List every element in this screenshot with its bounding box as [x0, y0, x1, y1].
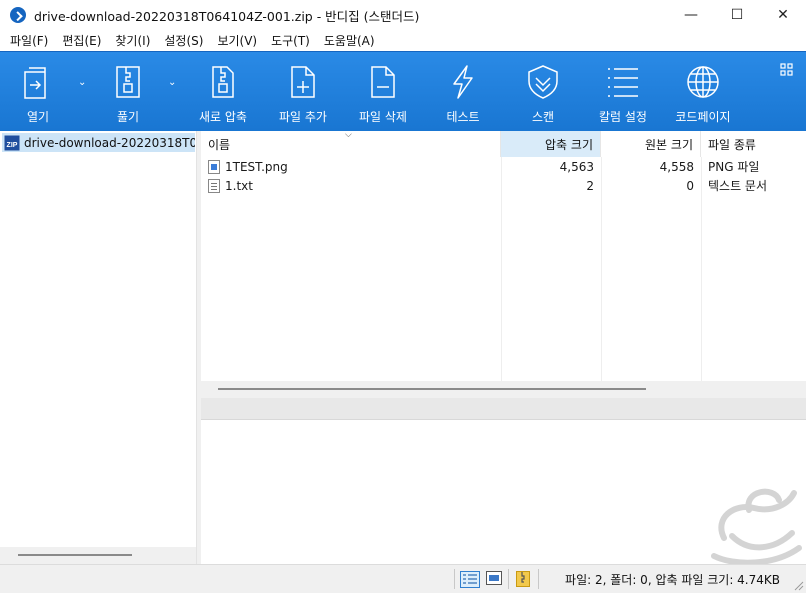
- column-original-size-label: 원본 크기: [645, 137, 693, 152]
- column-header-file-type[interactable]: 파일 종류: [701, 131, 806, 157]
- extract-zip-icon: [116, 66, 140, 98]
- file-type-cell: 텍스트 문서: [708, 179, 768, 193]
- delete-file-icon: [371, 66, 395, 98]
- extract-dropdown-chevron-icon[interactable]: ⌄: [168, 77, 176, 88]
- window-title: drive-download-20220318T064104Z-001.zip …: [34, 8, 420, 24]
- svg-text:ZIP: ZIP: [7, 142, 18, 149]
- column-header-name[interactable]: 이름 ⌵: [201, 130, 501, 157]
- add-file-button[interactable]: 파일 추가: [266, 52, 340, 132]
- column-header-packed-size[interactable]: 압축 크기: [501, 131, 601, 157]
- close-button[interactable]: ✕: [760, 0, 806, 30]
- codepage-button[interactable]: 코드페이지: [666, 52, 740, 132]
- status-separator: [538, 569, 539, 589]
- status-summary: 파일: 2, 폴더: 0, 압축 파일 크기: 4.74KB: [565, 573, 780, 587]
- zip-archive-icon: ZIP: [4, 135, 20, 150]
- maximize-button[interactable]: ☐: [714, 0, 760, 30]
- globe-icon: [687, 66, 719, 98]
- extract-button[interactable]: 풀기: [92, 52, 164, 132]
- tree-item-archive-root[interactable]: ZIP drive-download-20220318T064104Z-001.…: [2, 133, 195, 152]
- menu-help[interactable]: 도움말(A): [318, 32, 381, 49]
- sort-chevron-icon: ⌵: [345, 130, 352, 140]
- list-columns-icon: [608, 68, 638, 97]
- menu-settings[interactable]: 설정(S): [158, 32, 209, 49]
- png-file-icon: [208, 159, 220, 174]
- scan-button[interactable]: 스캔: [506, 52, 580, 132]
- minimize-button[interactable]: —: [668, 0, 714, 30]
- file-list-horizontal-scrollbar[interactable]: [201, 381, 806, 398]
- toolbar: 열기 ⌄ 풀기 ⌄ 새로 압축 파일 추가 파일 삭제 테스트 스캔 칼럼 설정…: [0, 51, 806, 131]
- file-list-pane: 이름 ⌵ 압축 크기 원본 크기 파일 종류 1TEST.png 4,563 4…: [201, 130, 806, 381]
- preview-pane: [201, 421, 806, 564]
- column-packed-size-label: 압축 크기: [545, 137, 593, 152]
- layout-grid-icon[interactable]: [780, 63, 794, 77]
- open-dropdown-chevron-icon[interactable]: ⌄: [78, 77, 86, 88]
- menu-tools[interactable]: 도구(T): [265, 32, 316, 49]
- status-separator: [454, 569, 455, 589]
- column-header-original-size[interactable]: 원본 크기: [601, 131, 701, 157]
- open-label: 열기: [26, 110, 50, 124]
- preview-pane-icon[interactable]: [486, 571, 502, 585]
- open-button[interactable]: 열기: [2, 52, 74, 132]
- new-archive-icon: [212, 66, 234, 98]
- original-size-cell: 0: [686, 178, 694, 193]
- title-bar: drive-download-20220318T064104Z-001.zip …: [0, 0, 806, 30]
- file-row[interactable]: 1.txt 2 0 텍스트 문서: [201, 176, 806, 195]
- file-name-cell: 1.txt: [208, 176, 498, 195]
- bandizip-mascot-watermark-icon: [711, 488, 802, 564]
- folder-tree-pane: ZIP drive-download-20220318T064104Z-001.…: [0, 131, 197, 564]
- packed-size-cell: 4,563: [559, 159, 594, 174]
- file-type-cell: PNG 파일: [708, 160, 760, 174]
- details-view-icon[interactable]: [460, 571, 480, 588]
- original-size-cell: 4,558: [659, 159, 694, 174]
- test-label: 테스트: [446, 110, 480, 124]
- add-file-label: 파일 추가: [279, 110, 327, 124]
- menu-file[interactable]: 파일(F): [4, 32, 54, 49]
- extract-label: 풀기: [116, 110, 140, 124]
- open-archive-icon: [24, 67, 46, 99]
- add-file-icon: [291, 66, 315, 98]
- tree-horizontal-scrollbar[interactable]: [0, 547, 196, 564]
- column-name-label: 이름: [208, 137, 231, 152]
- window-controls: — ☐ ✕: [668, 0, 806, 30]
- column-file-type-label: 파일 종류: [708, 137, 756, 152]
- new-archive-button[interactable]: 새로 압축: [186, 52, 260, 132]
- delete-file-button[interactable]: 파일 삭제: [346, 52, 420, 132]
- scan-label: 스캔: [531, 110, 555, 124]
- resize-grip-icon[interactable]: [794, 581, 804, 591]
- menu-find[interactable]: 찾기(I): [109, 32, 156, 49]
- file-name: 1.txt: [225, 178, 253, 193]
- column-settings-label: 칼럼 설정: [599, 110, 647, 124]
- packed-size-cell: 2: [586, 178, 594, 193]
- file-name: 1TEST.png: [225, 159, 288, 174]
- lightning-icon: [453, 65, 473, 99]
- file-row[interactable]: 1TEST.png 4,563 4,558 PNG 파일: [201, 157, 806, 176]
- test-button[interactable]: 테스트: [426, 52, 500, 132]
- menu-edit[interactable]: 편집(E): [56, 32, 107, 49]
- bandizip-app-icon: [10, 7, 26, 23]
- menu-view[interactable]: 보기(V): [211, 32, 263, 49]
- menu-bar: 파일(F) 편집(E) 찾기(I) 설정(S) 보기(V) 도구(T) 도움말(…: [0, 30, 806, 51]
- archive-info-icon[interactable]: [515, 571, 531, 587]
- status-bar: 파일: 2, 폴더: 0, 압축 파일 크기: 4.74KB: [0, 564, 806, 593]
- status-separator: [508, 569, 509, 589]
- delete-file-label: 파일 삭제: [359, 110, 407, 124]
- tree-item-label: drive-download-20220318T064104Z-001.zip: [24, 135, 195, 150]
- new-archive-label: 새로 압축: [199, 110, 247, 124]
- file-list-scrollbar-thumb[interactable]: [218, 388, 646, 390]
- shield-icon: [528, 65, 558, 99]
- info-bar: [201, 398, 806, 420]
- file-name-cell: 1TEST.png: [208, 157, 498, 176]
- text-file-icon: [208, 178, 220, 193]
- tree-scrollbar-thumb[interactable]: [18, 554, 132, 556]
- codepage-label: 코드페이지: [675, 110, 731, 124]
- column-settings-button[interactable]: 칼럼 설정: [586, 52, 660, 132]
